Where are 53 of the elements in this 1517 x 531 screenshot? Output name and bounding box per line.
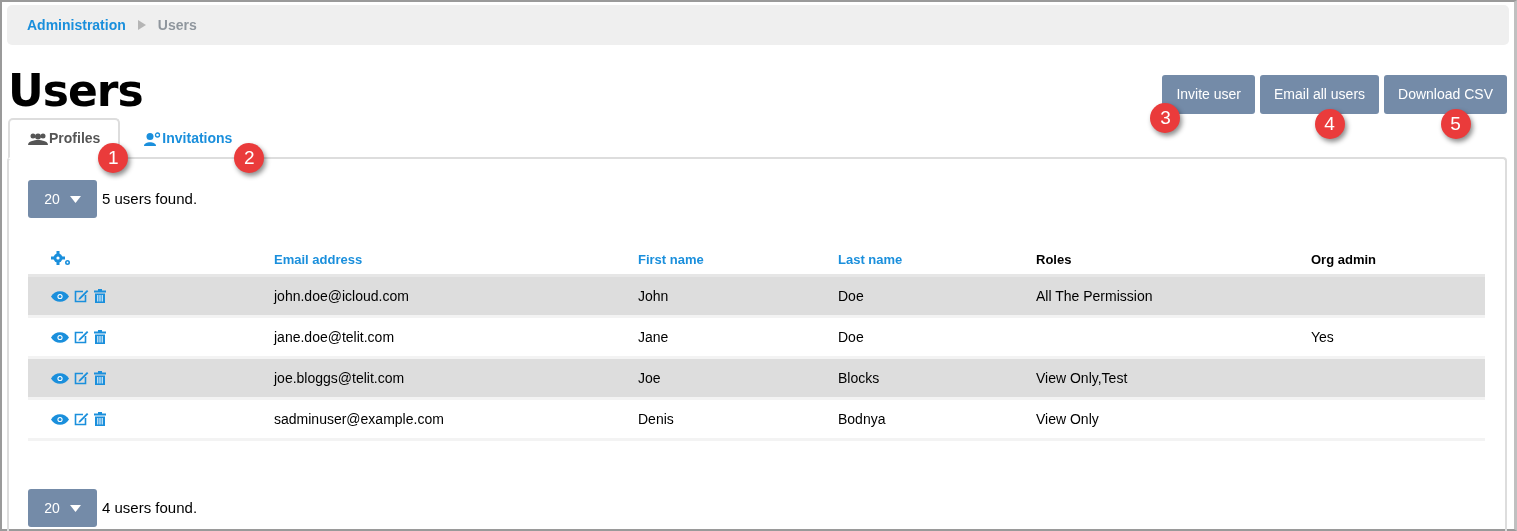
callout-badge: 2 [234, 143, 265, 173]
column-header: Last name [838, 251, 903, 267]
users-icon [28, 132, 48, 145]
table-cell: View Only [1036, 411, 1099, 427]
breadcrumb-current: Users [157, 15, 197, 35]
callout-badge: 4 [1314, 109, 1345, 139]
table-cell: john.doe@icloud.com [274, 288, 409, 304]
table-cell: Blocks [838, 370, 880, 386]
page-size-select[interactable]: 20 [28, 180, 97, 218]
table-cell: Doe [838, 329, 864, 345]
settings-icon[interactable] [51, 251, 71, 266]
separator-icon [137, 20, 146, 30]
trash-icon[interactable] [94, 412, 106, 426]
table-cell: joe.bloggs@telit.com [274, 370, 405, 386]
user-add-icon [144, 131, 162, 146]
callout-badge: 5 [1440, 109, 1471, 139]
trash-icon[interactable] [94, 371, 106, 385]
table-cell: Jane [638, 329, 669, 345]
page-title: Users [8, 69, 143, 113]
edit-icon[interactable] [74, 330, 89, 344]
table-cell: View Only,Test [1036, 370, 1128, 386]
edit-icon[interactable] [74, 371, 89, 385]
eye-icon[interactable] [51, 290, 69, 302]
column-header: Org admin [1311, 251, 1376, 267]
column-header: Roles [1036, 251, 1072, 267]
caret-icon [69, 504, 81, 512]
callout-badge: 3 [1150, 103, 1181, 133]
table-cell: sadminuser@example.com [274, 411, 444, 427]
trash-icon[interactable] [94, 289, 106, 303]
result-count: 5 users found. [102, 188, 198, 209]
table-cell: jane.doe@telit.com [274, 329, 395, 345]
eye-icon[interactable] [51, 331, 69, 343]
result-count: 4 users found. [102, 497, 198, 518]
column-header: Email address [274, 251, 363, 267]
trash-icon[interactable] [94, 330, 106, 344]
column-header: First name [638, 251, 704, 267]
table-cell: All The Permission [1036, 288, 1153, 304]
eye-icon[interactable] [51, 372, 69, 384]
edit-icon[interactable] [74, 412, 89, 426]
action-button[interactable]: Email all users [1260, 75, 1380, 114]
page-size-select[interactable]: 20 [28, 489, 97, 527]
table-cell: Joe [638, 370, 661, 386]
table-cell: Yes [1311, 329, 1334, 345]
table-cell: John [638, 288, 669, 304]
callout-badge: 1 [98, 143, 129, 173]
action-button[interactable]: Download CSV [1384, 75, 1507, 114]
breadcrumb-link[interactable]: Administration [27, 14, 126, 36]
edit-icon[interactable] [74, 289, 89, 303]
eye-icon[interactable] [51, 413, 69, 425]
caret-icon [69, 195, 81, 203]
table-cell: Doe [838, 288, 864, 304]
table-cell: Denis [638, 411, 674, 427]
table-cell: Bodnya [838, 411, 886, 427]
